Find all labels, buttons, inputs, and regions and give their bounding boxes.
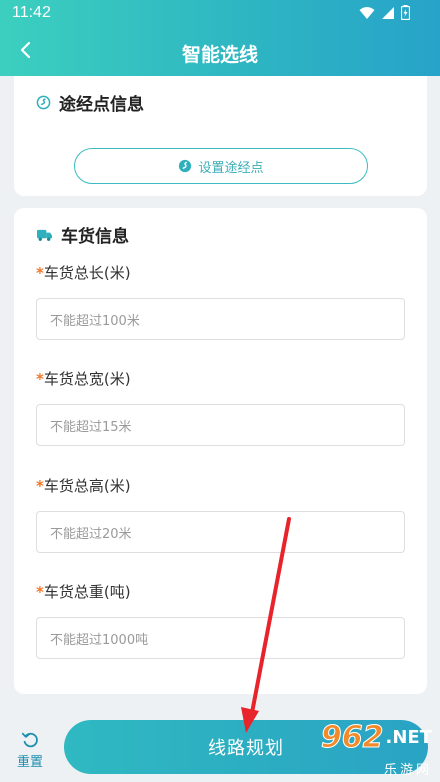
required-mark: *	[36, 264, 44, 282]
signal-icon	[382, 6, 394, 19]
required-mark: *	[36, 370, 44, 388]
set-waypoint-label: 设置途经点	[198, 160, 264, 176]
cargo-section-header: 车货信息	[36, 222, 129, 247]
width-placeholder: 不能超过15米	[50, 419, 132, 435]
field-label-height: *车货总高(米)	[36, 477, 131, 495]
field-label-width: *车货总宽(米)	[36, 370, 131, 388]
reset-button[interactable]: 重置	[14, 731, 46, 770]
required-mark: *	[36, 583, 44, 601]
reset-icon	[21, 732, 38, 748]
field-label-length: *车货总长(米)	[36, 264, 131, 282]
weight-placeholder: 不能超过1000吨	[50, 632, 149, 648]
width-input[interactable]: 不能超过15米	[36, 404, 405, 446]
weight-input[interactable]: 不能超过1000吨	[36, 617, 405, 659]
field-label-weight: *车货总重(吨)	[36, 583, 131, 601]
route-plan-label: 线路规划	[208, 738, 284, 759]
waypoint-pin-icon	[179, 159, 192, 173]
height-input[interactable]: 不能超过20米	[36, 511, 405, 553]
page-title: 智能选线	[181, 44, 258, 66]
waypoint-card: 途经点信息 设置途经点	[14, 76, 427, 196]
status-bar: 11:42	[0, 0, 440, 28]
watermark-suffix: .NET	[385, 727, 432, 748]
watermark-site: 乐游网	[383, 763, 432, 778]
app-header: 11:42 智能选线	[0, 0, 440, 76]
watermark-number: 962	[320, 720, 384, 756]
length-input[interactable]: 不能超过100米	[36, 298, 405, 340]
waypoint-section-header: 途经点信息	[36, 90, 144, 115]
status-time: 11:42	[12, 4, 51, 21]
wifi-icon	[359, 6, 375, 19]
reset-label: 重置	[16, 755, 43, 770]
height-placeholder: 不能超过20米	[50, 526, 132, 542]
required-mark: *	[36, 477, 44, 495]
waypoint-icon	[36, 95, 51, 110]
cargo-section-title: 车货信息	[61, 227, 129, 247]
truck-icon	[37, 229, 52, 241]
waypoint-section-title: 途经点信息	[59, 95, 144, 115]
length-placeholder: 不能超过100米	[50, 313, 140, 329]
set-waypoint-button[interactable]: 设置途经点	[74, 148, 368, 184]
battery-icon	[401, 5, 410, 20]
cargo-card: 车货信息 *车货总长(米) 不能超过100米 *车货总宽(米) 不能超过15米 …	[14, 208, 427, 694]
watermark-logo: 962 .NET 乐游网	[302, 720, 432, 779]
status-icons	[359, 5, 410, 20]
